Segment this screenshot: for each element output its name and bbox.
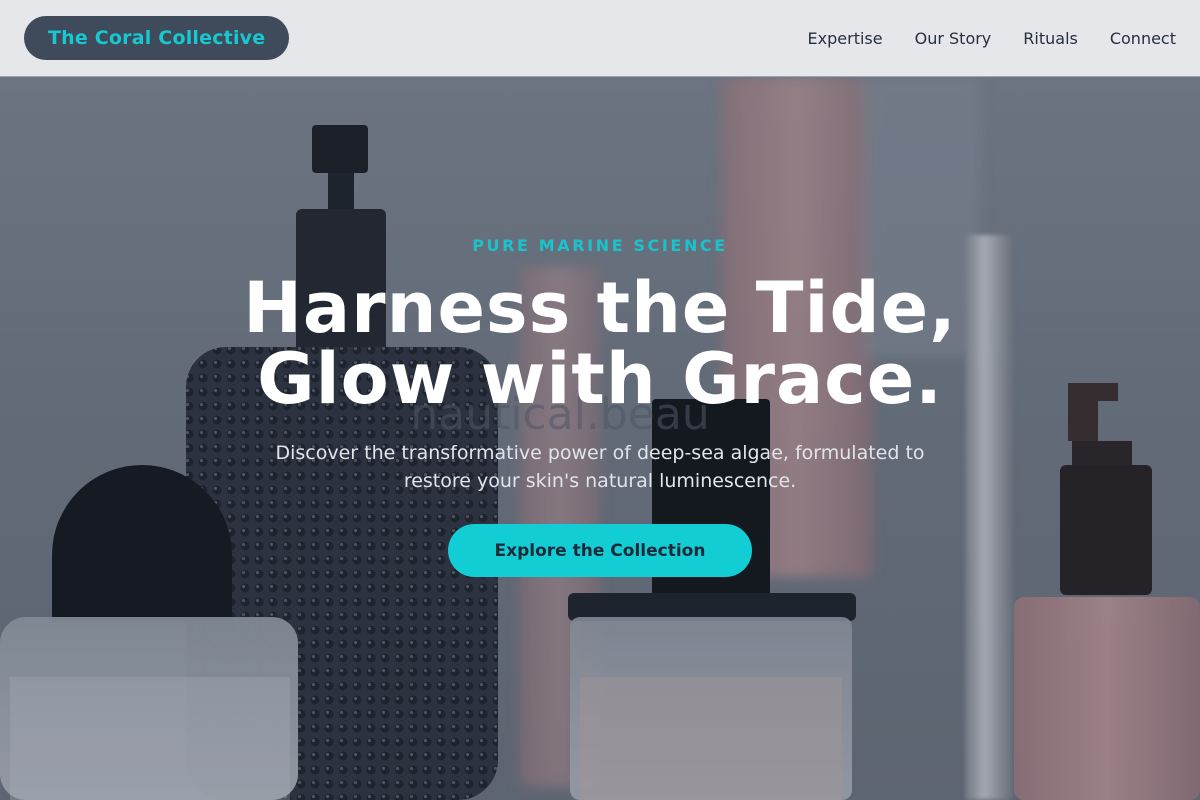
primary-nav: Expertise Our Story Rituals Connect <box>808 29 1176 48</box>
top-navbar: The Coral Collective Expertise Our Story… <box>0 0 1200 77</box>
hero-headline-line-1: Harness the Tide, <box>243 267 957 349</box>
hero-eyebrow: PURE MARINE SCIENCE <box>472 236 728 255</box>
explore-collection-button[interactable]: Explore the Collection <box>448 524 752 577</box>
hero-subtext: Discover the transformative power of dee… <box>275 442 925 492</box>
nav-link-our-story[interactable]: Our Story <box>915 29 992 48</box>
nav-link-rituals[interactable]: Rituals <box>1023 29 1078 48</box>
hero-headline-line-2: Glow with Grace. <box>257 338 943 420</box>
hero-headline: Harness the Tide, Glow with Grace. <box>150 273 1050 415</box>
nav-link-connect[interactable]: Connect <box>1110 29 1176 48</box>
brand-logo-link[interactable]: The Coral Collective <box>24 16 290 60</box>
hero-content: PURE MARINE SCIENCE Harness the Tide, Gl… <box>0 77 1200 800</box>
hero-section: nautical.beau PURE MARINE SCIENCE Harnes… <box>0 77 1200 800</box>
nav-link-expertise[interactable]: Expertise <box>808 29 883 48</box>
